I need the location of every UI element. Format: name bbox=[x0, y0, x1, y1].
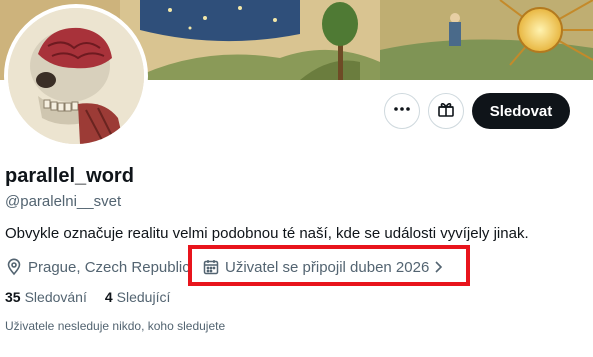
user-handle: @paralelni__svet bbox=[5, 193, 122, 210]
display-name: parallel_word bbox=[5, 165, 134, 187]
followers-you-know-note: Uživatele nesleduje nikdo, koho sledujet… bbox=[5, 319, 226, 333]
following-label: Sledování bbox=[24, 289, 87, 305]
gift-icon bbox=[437, 100, 455, 123]
followers-link[interactable]: 4 Sledující bbox=[105, 289, 171, 305]
location-item: Prague, Czech Republic bbox=[5, 257, 190, 277]
follow-button[interactable]: Sledovat bbox=[472, 93, 570, 129]
profile-bio: Obvykle označuje realitu velmi podobnou … bbox=[5, 225, 529, 242]
location-text: Prague, Czech Republic bbox=[28, 258, 190, 276]
location-pin-icon bbox=[5, 258, 23, 276]
gift-button[interactable] bbox=[428, 93, 464, 129]
following-count: 35 bbox=[5, 289, 21, 305]
followers-label: Sledující bbox=[116, 289, 171, 305]
follow-stats: 35 Sledování 4 Sledující bbox=[5, 289, 188, 305]
more-horizontal-icon bbox=[393, 100, 411, 123]
avatar[interactable] bbox=[4, 4, 148, 148]
highlight-box bbox=[188, 245, 470, 286]
more-button[interactable] bbox=[384, 93, 420, 129]
followers-count: 4 bbox=[104, 289, 113, 305]
following-link[interactable]: 35 Sledování bbox=[5, 289, 87, 305]
